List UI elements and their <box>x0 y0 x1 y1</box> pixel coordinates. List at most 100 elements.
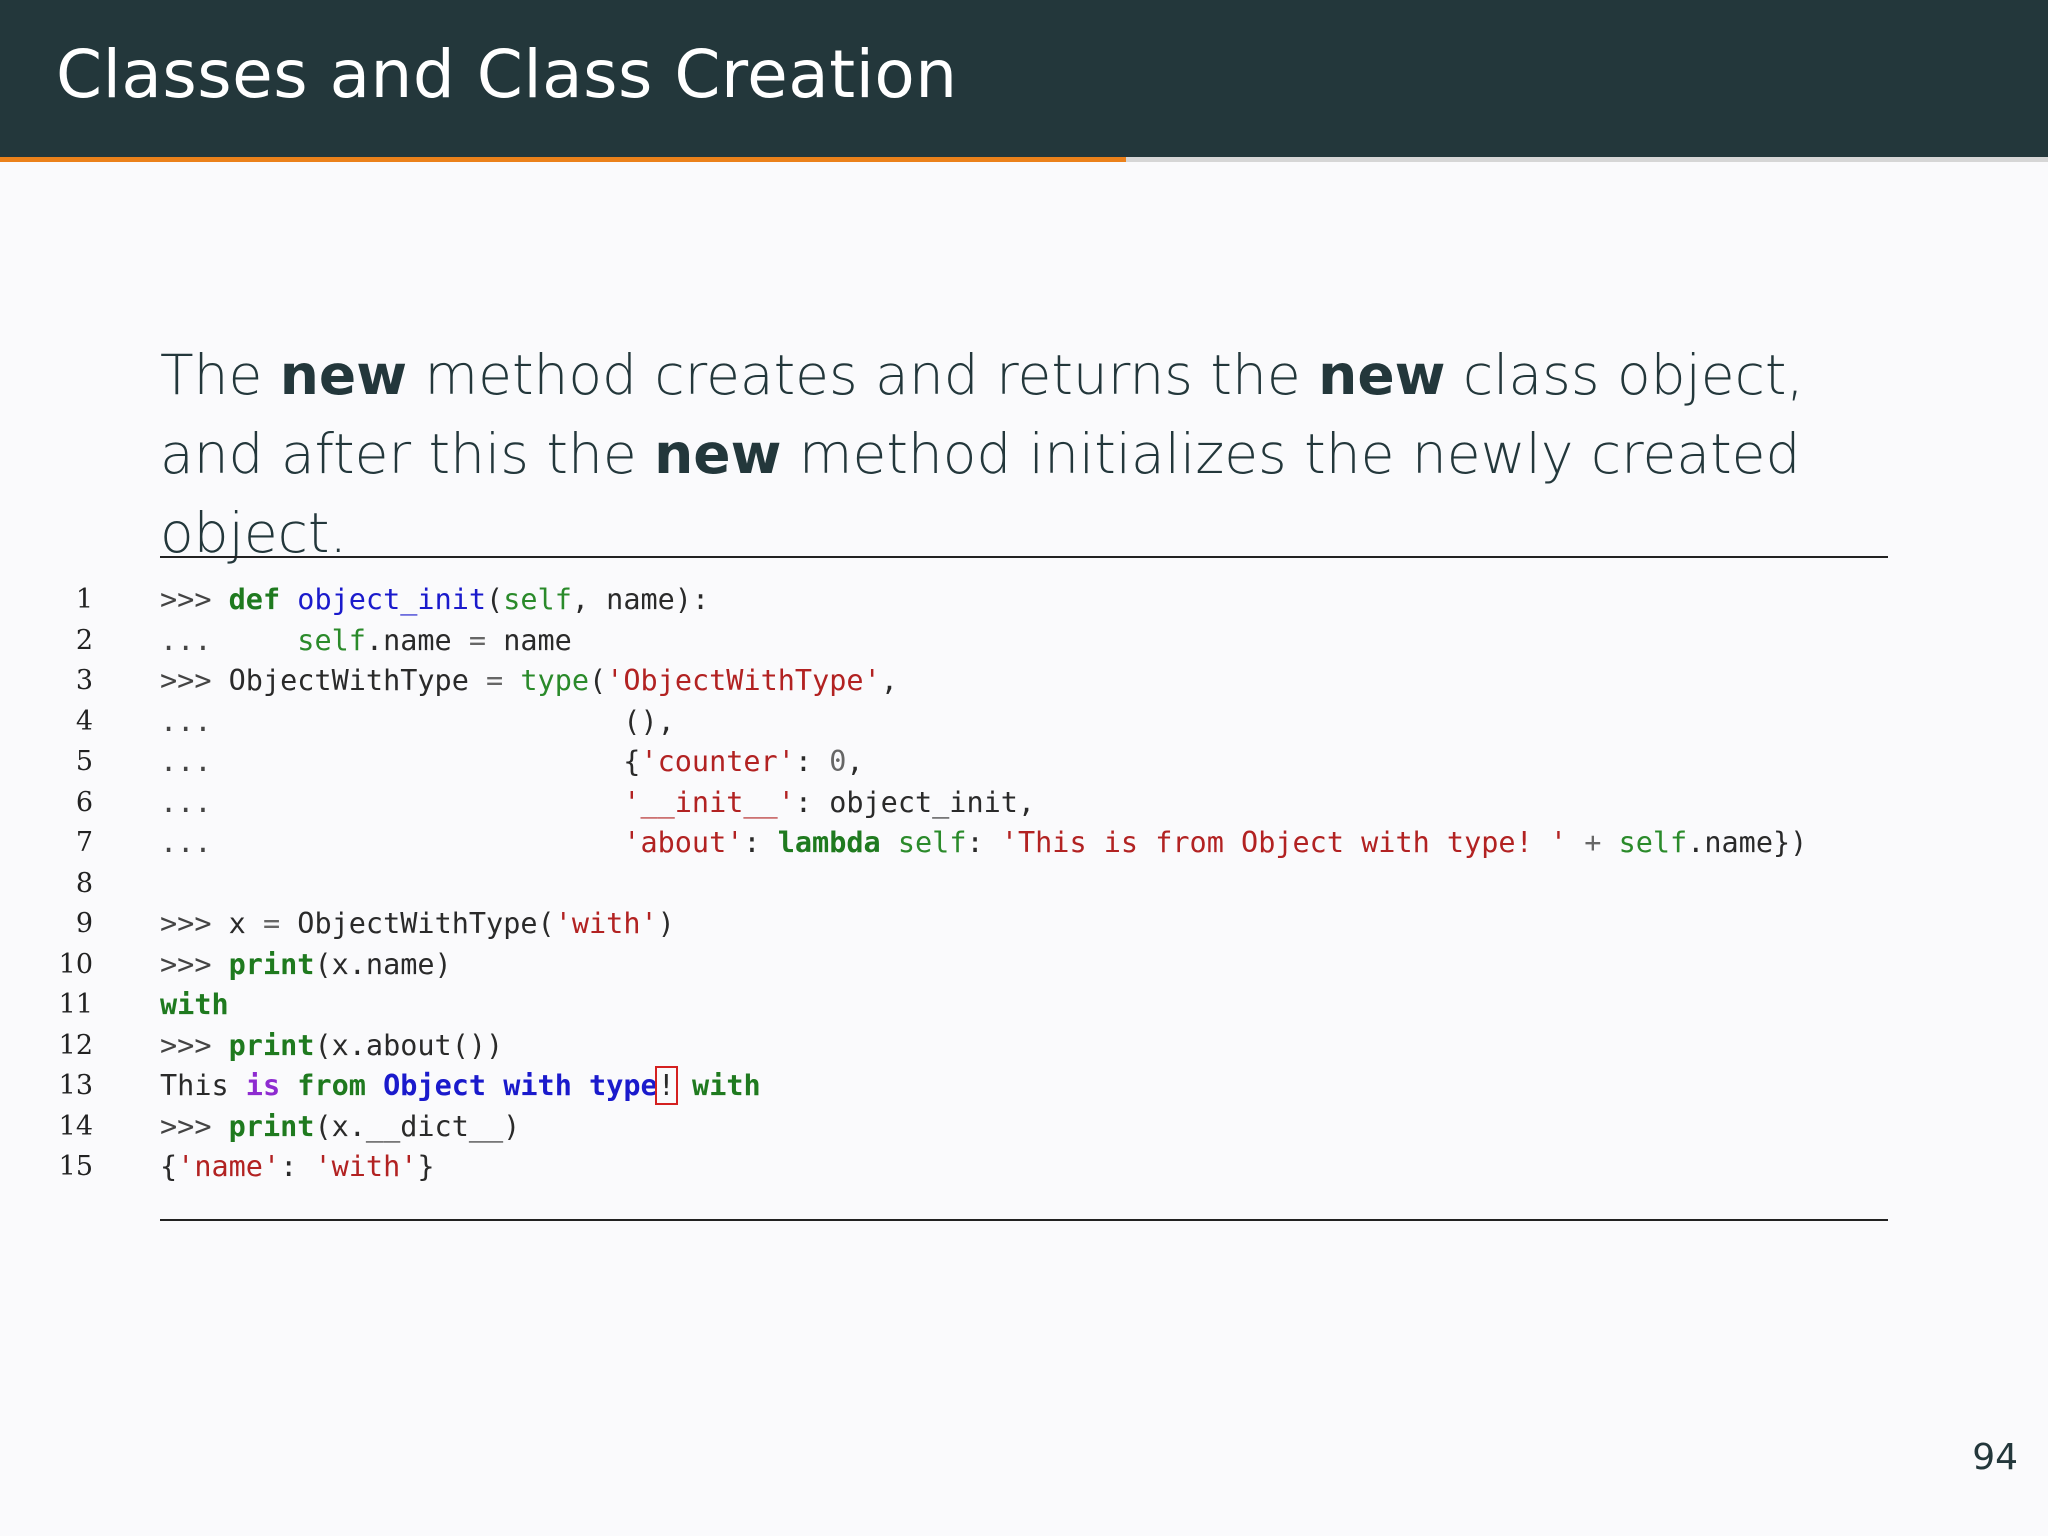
intro-emphasis: new <box>654 422 782 486</box>
code-token: : <box>280 1150 315 1183</box>
code-token: 'with' <box>314 1150 418 1183</box>
code-token: (x.__dict__) <box>314 1109 521 1143</box>
line-number: 13 <box>58 1070 93 1101</box>
code-text: ... 'about': lambda self: 'This is from … <box>160 823 1807 864</box>
code-line: 15 {'name': 'with'} <box>0 1147 2048 1188</box>
code-token: print <box>228 947 315 981</box>
line-number: 2 <box>75 624 93 656</box>
code-text: ... (), <box>160 702 675 743</box>
line-number: 3 <box>75 665 93 696</box>
intro-emphasis: new <box>1318 343 1446 407</box>
code-token: } <box>417 1150 435 1183</box>
line-number: 7 <box>75 827 93 858</box>
code-token: x <box>228 907 263 940</box>
code-text: {'name': 'with'} <box>160 1147 435 1188</box>
intro-text: method creates and returns the <box>407 343 1319 407</box>
code-token: type <box>520 664 590 697</box>
code-token: 'about' <box>623 826 744 859</box>
code-token: , <box>846 745 864 778</box>
code-line: 3 >>> ObjectWithType = type('ObjectWithTy… <box>0 661 2048 702</box>
code-token: 'with' <box>554 907 658 940</box>
code-token: self <box>297 623 366 657</box>
line-number: 14 <box>58 1110 93 1142</box>
code-token: ... <box>160 745 624 778</box>
code-token: Object <box>383 1069 487 1102</box>
code-line: 2 ... self.name = name <box>0 621 2048 662</box>
code-token: 'This is from Object with type! ' <box>1000 826 1568 859</box>
code-token: 'name' <box>177 1150 281 1183</box>
code-line: 13 This is from Object with type! with <box>0 1066 2048 1107</box>
code-token: .name}) <box>1687 826 1808 859</box>
code-token: (), <box>623 704 675 738</box>
code-token: ... <box>160 704 624 738</box>
code-token: name <box>486 623 572 657</box>
code-token: This <box>160 1069 246 1102</box>
slide-header: Classes and Class Creation <box>0 0 2048 157</box>
code-token: object_init <box>297 583 487 616</box>
code-line: 11 with <box>0 985 2048 1026</box>
code-token: ( <box>589 664 607 697</box>
line-number: 10 <box>58 948 93 980</box>
code-text: >>> x = ObjectWithType('with') <box>160 904 675 945</box>
code-token: + <box>1584 826 1602 859</box>
page-number: 94 <box>1972 1437 2018 1478</box>
code-token: self <box>897 826 967 859</box>
code-bottom-rule <box>160 1219 1888 1221</box>
code-token: >>> <box>160 583 229 616</box>
code-text: >>> print(x.about()) <box>160 1026 503 1067</box>
code-token: = <box>468 623 487 657</box>
intro-paragraph: The new method creates and returns the n… <box>160 336 1900 573</box>
line-number: 15 <box>58 1151 93 1182</box>
code-token: is <box>245 1069 281 1102</box>
code-token: ! <box>654 1066 678 1105</box>
code-token: , name): <box>571 583 710 616</box>
progress-bar-fill <box>0 157 1127 162</box>
code-token: (x.about()) <box>314 1028 504 1062</box>
code-token: : <box>794 745 830 778</box>
code-token: with <box>692 1069 761 1102</box>
code-token: ObjectWithType( <box>280 907 555 940</box>
code-line: 8 <box>0 864 2048 905</box>
code-token: , <box>880 664 898 697</box>
code-token: self <box>503 583 572 616</box>
code-line: 7 ... 'about': lambda self: 'This is from… <box>0 823 2048 864</box>
code-token: >>> <box>160 1028 229 1062</box>
code-top-rule <box>160 556 1888 558</box>
code-token: : object_init, <box>794 785 1036 819</box>
code-line: 5... {'counter': 0, <box>0 742 2048 783</box>
code-token: 0 <box>829 745 847 778</box>
code-text: >>> print(x.__dict__) <box>160 1107 520 1148</box>
code-token: 'counter' <box>640 745 795 778</box>
code-token: print <box>228 1028 315 1062</box>
slide-title: Classes and Class Creation <box>56 36 958 113</box>
code-token: (x.name) <box>314 947 452 981</box>
code-text: >>> print(x.name) <box>160 945 452 986</box>
code-token: lambda <box>777 826 881 859</box>
intro-text: The <box>160 343 280 407</box>
code-token: { <box>160 1150 178 1183</box>
code-token: self <box>1618 826 1688 859</box>
line-number: 5 <box>75 746 93 777</box>
code-line: 9 >>> x = ObjectWithType('with') <box>0 904 2048 945</box>
code-line: 14 >>> print(x.__dict__) <box>0 1107 2048 1148</box>
code-token: 'ObjectWithType' <box>606 664 881 697</box>
code-token: type <box>589 1069 658 1102</box>
line-number: 9 <box>75 908 93 939</box>
code-line: 4... (), <box>0 702 2048 743</box>
code-token: : <box>966 826 1001 859</box>
code-token: : <box>743 826 778 859</box>
code-text: ... self.name = name <box>160 621 572 662</box>
code-token: with <box>503 1069 572 1102</box>
code-token: ... <box>160 623 298 657</box>
code-token: >>> <box>160 664 229 697</box>
